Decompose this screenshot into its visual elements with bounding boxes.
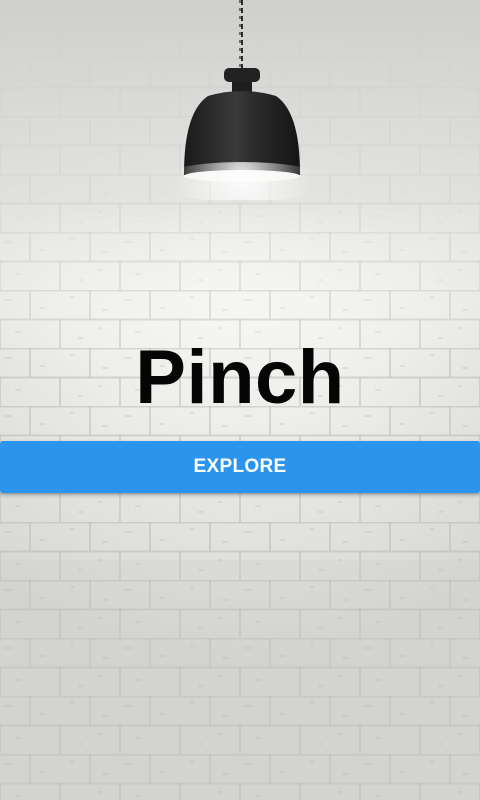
- app-title: Pinch: [135, 335, 345, 420]
- explore-button[interactable]: EXPLORE: [0, 441, 480, 493]
- pendant-lamp-image: [0, 0, 480, 202]
- splash-screen: Pinch EXPLORE: [0, 0, 480, 800]
